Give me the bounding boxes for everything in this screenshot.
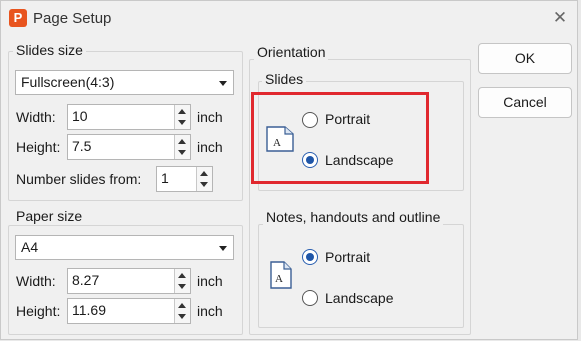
slides-size-value: Fullscreen(4:3) xyxy=(21,74,115,90)
paper-width-field[interactable]: 8.27 xyxy=(67,268,191,294)
paper-size-label: Paper size xyxy=(13,208,86,224)
slide-width-unit: inch xyxy=(197,109,223,125)
paper-width-spinner[interactable] xyxy=(174,269,190,293)
slides-size-select[interactable]: Fullscreen(4:3) xyxy=(15,70,234,95)
paper-height-spinner[interactable] xyxy=(174,299,190,323)
spin-down-icon[interactable] xyxy=(200,182,208,187)
spin-down-icon[interactable] xyxy=(178,284,186,289)
slide-height-value: 7.5 xyxy=(72,138,92,154)
title-bar: P Page Setup ✕ xyxy=(1,1,577,35)
slide-width-spinner[interactable] xyxy=(174,105,190,129)
chevron-down-icon xyxy=(219,81,227,86)
cancel-button[interactable]: Cancel xyxy=(478,87,572,118)
page-letter: A xyxy=(275,273,283,285)
portrait-page-icon: A xyxy=(270,261,292,289)
spin-up-icon[interactable] xyxy=(200,171,208,176)
slide-height-label: Height: xyxy=(16,139,61,155)
chevron-down-icon xyxy=(219,246,227,251)
notes-landscape-radio[interactable] xyxy=(302,290,318,306)
spin-down-icon[interactable] xyxy=(178,314,186,319)
slides-size-label: Slides size xyxy=(13,42,86,58)
paper-size-value: A4 xyxy=(21,239,39,255)
paper-height-label: Height: xyxy=(16,303,61,319)
spin-up-icon[interactable] xyxy=(178,303,186,308)
spin-up-icon[interactable] xyxy=(178,109,186,114)
slides-orientation-label: Slides xyxy=(262,71,307,87)
slide-height-unit: inch xyxy=(197,139,223,155)
spin-up-icon[interactable] xyxy=(178,273,186,278)
annotation-highlight-box xyxy=(251,92,429,184)
spin-down-icon[interactable] xyxy=(178,150,186,155)
number-slides-from-field[interactable]: 1 xyxy=(156,166,213,192)
notes-portrait-label[interactable]: Portrait xyxy=(325,249,370,265)
dialog-title: Page Setup xyxy=(33,10,112,27)
paper-height-field[interactable]: 11.69 xyxy=(67,298,191,324)
number-slides-from-value: 1 xyxy=(161,170,169,186)
paper-size-select[interactable]: A4 xyxy=(15,235,234,260)
slide-width-value: 10 xyxy=(72,108,88,124)
page-setup-dialog: P Page Setup ✕ Slides size Fullscreen(4:… xyxy=(0,0,578,340)
number-slides-from-label: Number slides from: xyxy=(16,171,142,187)
slide-width-field[interactable]: 10 xyxy=(67,104,191,130)
spin-up-icon[interactable] xyxy=(178,139,186,144)
close-button[interactable]: ✕ xyxy=(549,7,571,29)
slide-height-spinner[interactable] xyxy=(174,135,190,159)
orientation-label: Orientation xyxy=(254,44,329,60)
app-logo-icon: P xyxy=(9,9,27,27)
notes-orientation-label: Notes, handouts and outline xyxy=(263,209,444,225)
paper-height-value: 11.69 xyxy=(72,302,106,318)
paper-width-unit: inch xyxy=(197,273,223,289)
notes-landscape-label[interactable]: Landscape xyxy=(325,290,394,306)
slide-height-field[interactable]: 7.5 xyxy=(67,134,191,160)
paper-width-label: Width: xyxy=(16,273,56,289)
paper-width-value: 8.27 xyxy=(72,272,100,288)
paper-height-unit: inch xyxy=(197,303,223,319)
number-slides-spinner[interactable] xyxy=(196,167,212,191)
notes-portrait-radio[interactable] xyxy=(302,249,318,265)
spin-down-icon[interactable] xyxy=(178,120,186,125)
ok-button[interactable]: OK xyxy=(478,43,572,74)
slide-width-label: Width: xyxy=(16,109,56,125)
